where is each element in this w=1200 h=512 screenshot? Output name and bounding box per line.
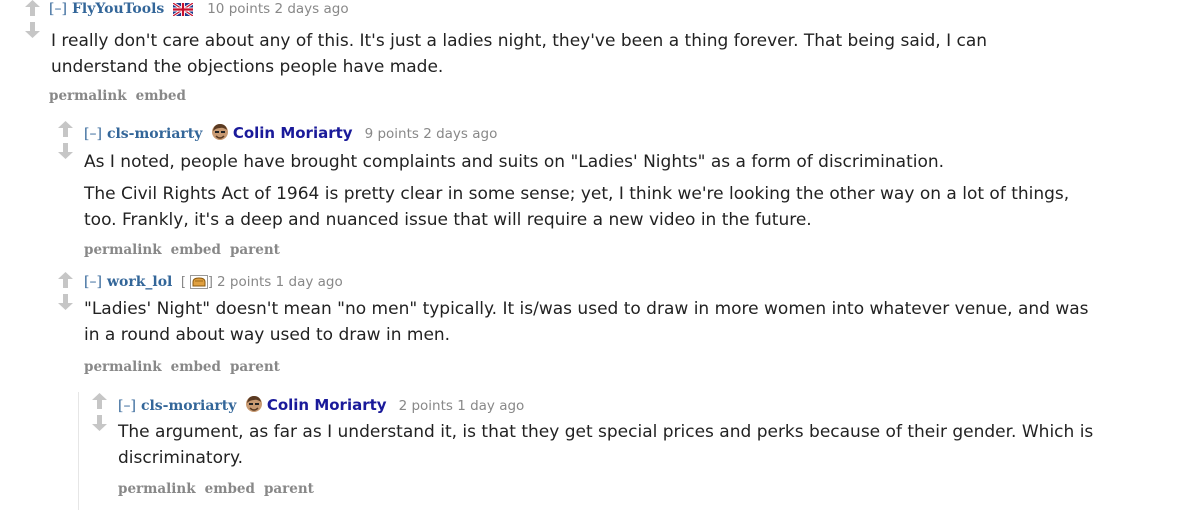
comment: [–] cls-moriarty Colin Moriarty 9 points 2… <box>55 121 1195 261</box>
score-and-time: 9 points 2 days ago <box>364 126 498 142</box>
collapse-toggle[interactable]: [–] <box>118 398 136 414</box>
user-flair: Colin Moriarty <box>266 396 387 414</box>
comment-body: "Ladies' Night" doesn't mean "no men" ty… <box>84 296 1089 348</box>
comment-actions: permalink embed parent <box>84 242 289 258</box>
comment-text: The Civil Rights Act of 1964 is pretty c… <box>84 181 1069 233</box>
comment-line: I really don't care about any of this. I… <box>51 31 988 51</box>
score-and-time: 2 points 1 day ago <box>398 398 525 414</box>
upvote-arrow-icon[interactable] <box>25 0 40 16</box>
downvote-arrow-icon[interactable] <box>92 415 107 431</box>
embed-link[interactable]: embed <box>136 88 186 104</box>
comment-line: The Civil Rights Act of 1964 is pretty c… <box>84 184 1070 204</box>
comment: [–] cls-moriarty Colin Moriarty 2 points 1… <box>89 393 1197 503</box>
downvote-arrow-icon[interactable] <box>25 22 40 38</box>
bread-flair-icon <box>189 275 208 293</box>
permalink-link[interactable]: permalink <box>84 242 162 258</box>
upvote-arrow-icon[interactable] <box>92 393 107 409</box>
comment-body: I really don't care about any of this. I… <box>51 28 987 80</box>
comment-actions: permalink embed parent <box>84 359 289 375</box>
parent-link[interactable]: parent <box>230 359 280 375</box>
permalink-link[interactable]: permalink <box>118 481 196 497</box>
embed-link[interactable]: embed <box>171 242 221 258</box>
comment-actions: permalink embed parent <box>118 481 323 497</box>
score-and-time: 2 points 1 day ago <box>217 274 343 290</box>
comment-body: The argument, as far as I understand it,… <box>118 419 1093 471</box>
flair-bracket-close: ] <box>207 275 213 290</box>
vote-arrows <box>55 121 79 165</box>
upvote-arrow-icon[interactable] <box>58 272 73 288</box>
comment: [–] FlyYouTools 10 points 2 days ago I re… <box>22 0 1192 110</box>
permalink-link[interactable]: permalink <box>49 88 127 104</box>
comment-tagline: [–] FlyYouTools 10 points 2 days ago <box>49 1 349 20</box>
comment-line: too. Frankly, it's a deep and nuanced is… <box>84 210 812 230</box>
vote-arrows <box>22 0 46 44</box>
downvote-arrow-icon[interactable] <box>58 143 73 159</box>
thread-line[interactable] <box>78 392 79 510</box>
score-and-time: 10 points 2 days ago <box>207 1 349 17</box>
comment-text: I really don't care about any of this. I… <box>51 28 987 80</box>
parent-link[interactable]: parent <box>230 242 280 258</box>
user-flair: Colin Moriarty <box>232 124 353 142</box>
comment-tagline: [–] cls-moriarty Colin Moriarty 9 points 2… <box>84 123 497 145</box>
upvote-arrow-icon[interactable] <box>58 121 73 137</box>
collapse-toggle[interactable]: [–] <box>49 1 67 17</box>
flair-bracket-open: [ <box>180 275 186 290</box>
comment-text: "Ladies' Night" doesn't mean "no men" ty… <box>84 296 1089 348</box>
vote-arrows <box>55 272 79 316</box>
comment-line: in a round about way used to draw in men… <box>84 325 451 345</box>
downvote-arrow-icon[interactable] <box>58 294 73 310</box>
uk-flag-icon <box>171 1 194 20</box>
comment-body: As I noted, people have brought complain… <box>84 149 1069 233</box>
vote-arrows <box>89 393 113 437</box>
comment: [–] work_lol [ ] 2 points 1 day ago "Ladie… <box>55 272 1195 382</box>
author-link[interactable]: cls-moriarty <box>141 398 236 414</box>
moriarty-avatar-icon <box>211 123 229 145</box>
author-link[interactable]: work_lol <box>107 274 172 290</box>
collapse-toggle[interactable]: [–] <box>84 274 102 290</box>
comment-line: understand the objections people have ma… <box>51 57 444 77</box>
comment-line: The argument, as far as I understand it,… <box>118 422 1094 442</box>
author-link[interactable]: cls-moriarty <box>107 126 202 142</box>
comment-text: The argument, as far as I understand it,… <box>118 419 1093 471</box>
moriarty-avatar-icon <box>245 395 263 417</box>
embed-link[interactable]: embed <box>205 481 255 497</box>
comment-text: As I noted, people have brought complain… <box>84 152 945 172</box>
embed-link[interactable]: embed <box>171 359 221 375</box>
comment-line: discriminatory. <box>118 448 244 468</box>
comment-tagline: [–] work_lol [ ] 2 points 1 day ago <box>84 274 343 293</box>
parent-link[interactable]: parent <box>264 481 314 497</box>
comment-tagline: [–] cls-moriarty Colin Moriarty 2 points 1… <box>118 395 524 417</box>
comment-actions: permalink embed <box>49 88 195 104</box>
collapse-toggle[interactable]: [–] <box>84 126 102 142</box>
permalink-link[interactable]: permalink <box>84 359 162 375</box>
comment-line: "Ladies' Night" doesn't mean "no men" ty… <box>84 299 1089 319</box>
author-link[interactable]: FlyYouTools <box>72 1 164 17</box>
